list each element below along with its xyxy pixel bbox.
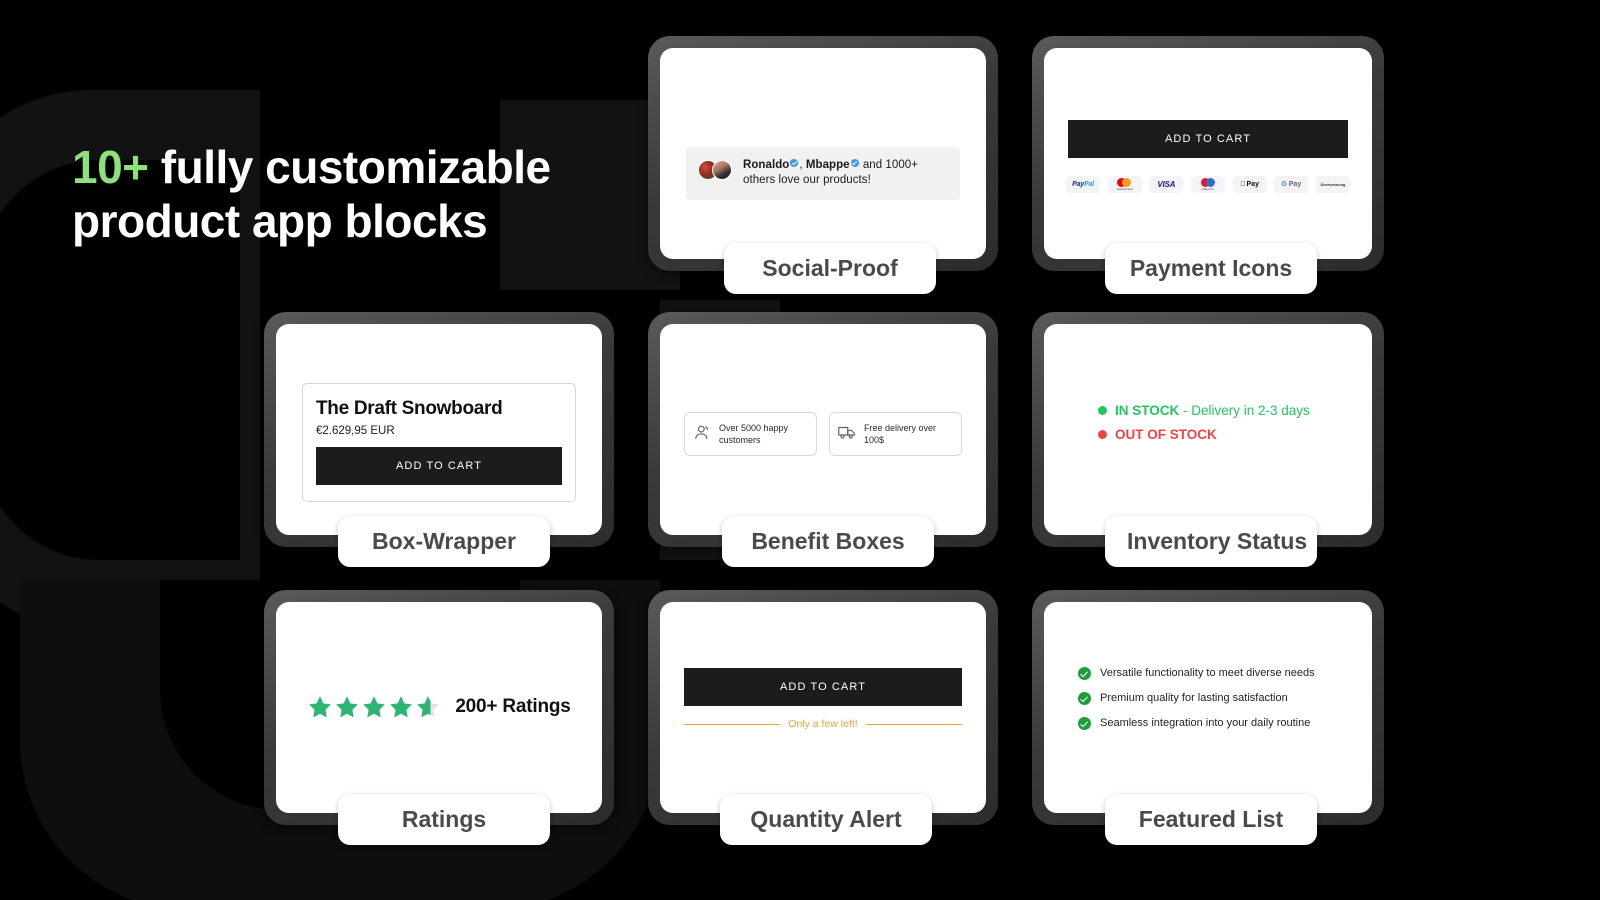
apple-logo-icon:  [1240, 181, 1245, 188]
paypal-icon: PayPal [1066, 176, 1100, 193]
add-to-cart-button[interactable]: ADD TO CART [316, 447, 562, 485]
card-payment-icons: ADD TO CART PayPal mastercard VISA maest… [1032, 36, 1384, 271]
check-circle-icon [1078, 692, 1091, 706]
happy-customer-icon [693, 424, 711, 445]
apple-pay-text: Pay [1243, 181, 1259, 188]
card-label-featured-list: Featured List [1105, 794, 1317, 845]
card-screen: 200+ Ratings [276, 602, 602, 813]
apple-pay-icon: Pay [1232, 176, 1267, 193]
in-stock-text: IN STOCK - Delivery in 2-3 days [1115, 403, 1310, 418]
card-label-ratings: Ratings [338, 794, 550, 845]
card-benefit-boxes: Over 5000 happy customers Free delivery … [648, 312, 998, 547]
rating-count-text: 200+ Ratings [455, 696, 571, 717]
page-title: 10+ fully customizable product app block… [72, 140, 692, 249]
promo-canvas: 10+ fully customizable product app block… [0, 0, 1600, 900]
quantity-alert-text: Only a few left! [788, 718, 858, 730]
status-dot-red-icon [1098, 430, 1107, 439]
card-social-proof: Ronaldo, Mbappe and 1000+ others love ou… [648, 36, 998, 271]
inventory-status-list: IN STOCK - Delivery in 2-3 days OUT OF S… [1098, 403, 1310, 451]
quantity-alert-banner: Only a few left! [684, 718, 963, 730]
google-g-icon: G [1281, 181, 1287, 188]
add-to-cart-button[interactable]: ADD TO CART [684, 668, 962, 706]
list-item: Premium quality for lasting satisfaction [1078, 692, 1352, 706]
mastercard-caption: mastercard [1116, 188, 1133, 191]
benefit-text-delivery: Free delivery over 100$ [864, 423, 937, 446]
list-item-label: Seamless integration into your daily rou… [1100, 717, 1311, 730]
maestro-icon: maestro [1190, 176, 1225, 193]
star-half-icon [417, 696, 440, 718]
product-price: €2.629,95 EUR [316, 425, 395, 437]
in-stock-title: IN STOCK [1115, 403, 1180, 418]
card-label-box-wrapper: Box-Wrapper [338, 516, 550, 567]
divider-right [865, 723, 963, 725]
product-title: The Draft Snowboard [316, 398, 503, 419]
social-name-2: Mbappe [805, 159, 850, 171]
card-screen: ADD TO CART Only a few left! [660, 602, 986, 813]
social-proof-text: Ronaldo, Mbappe and 1000+ others love ou… [743, 158, 948, 189]
benefit-boxes-row: Over 5000 happy customers Free delivery … [684, 412, 962, 457]
card-screen: ADD TO CART PayPal mastercard VISA maest… [1044, 48, 1372, 259]
divider-left [684, 723, 781, 725]
add-to-cart-wrapper: ADD TO CART [1068, 120, 1348, 158]
card-label-inventory-status: Inventory Status [1105, 516, 1317, 567]
in-stock-detail: - Delivery in 2-3 days [1179, 403, 1310, 418]
add-to-cart-wrapper: ADD TO CART [684, 668, 962, 706]
payment-methods-row: PayPal mastercard VISA maestro Pay G Pay… [1066, 176, 1350, 193]
inventory-row-in-stock: IN STOCK - Delivery in 2-3 days [1098, 403, 1310, 418]
check-circle-icon [1078, 717, 1091, 731]
card-screen: Versatile functionality to meet diverse … [1044, 602, 1372, 813]
benefit-box-customers: Over 5000 happy customers [684, 412, 817, 457]
list-item-label: Premium quality for lasting satisfaction [1100, 692, 1288, 705]
card-label-benefit-boxes: Benefit Boxes [722, 516, 934, 567]
visa-icon: VISA [1149, 176, 1184, 193]
star-icon [390, 696, 413, 718]
product-box: The Draft Snowboard €2.629,95 EUR ADD TO… [302, 383, 576, 502]
check-circle-icon [1078, 667, 1091, 681]
card-box-wrapper: The Draft Snowboard €2.629,95 EUR ADD TO… [264, 312, 614, 547]
card-label-social-proof: Social-Proof [724, 243, 936, 294]
card-label-payment-icons: Payment Icons [1105, 243, 1317, 294]
list-item: Seamless integration into your daily rou… [1078, 717, 1352, 731]
card-screen: The Draft Snowboard €2.629,95 EUR ADD TO… [276, 324, 602, 535]
verified-badge-icon [790, 159, 799, 167]
delivery-truck-icon [838, 424, 856, 445]
card-quantity-alert: ADD TO CART Only a few left! [648, 590, 998, 825]
benefit-text-customers: Over 5000 happy customers [719, 423, 789, 446]
visa-text: VISA [1157, 180, 1176, 189]
paypal-text-a: Pay [1072, 181, 1084, 188]
card-ratings: 200+ Ratings [264, 590, 614, 825]
card-screen: Ronaldo, Mbappe and 1000+ others love ou… [660, 48, 986, 259]
avatar-mbappe-icon [712, 160, 732, 180]
uberweisung-text: Überweisung [1320, 182, 1346, 187]
star-icon [336, 696, 359, 718]
avatar-group [698, 160, 734, 180]
star-icon [363, 696, 386, 718]
google-pay-text: Pay [1288, 181, 1302, 188]
inventory-row-out-of-stock: OUT OF STOCK [1098, 427, 1310, 442]
star-rating [307, 694, 441, 720]
list-item: Versatile functionality to meet diverse … [1078, 667, 1352, 681]
card-featured-list: Versatile functionality to meet diverse … [1032, 590, 1384, 825]
maestro-caption: maestro [1202, 188, 1214, 191]
card-screen: Over 5000 happy customers Free delivery … [660, 324, 986, 535]
social-name-1: Ronaldo [743, 159, 790, 171]
google-pay-icon: G Pay [1274, 176, 1309, 193]
mastercard-icon: mastercard [1107, 176, 1142, 193]
card-label-quantity-alert: Quantity Alert [720, 794, 932, 845]
uberweisung-icon: Überweisung [1315, 176, 1350, 193]
list-item-label: Versatile functionality to meet diverse … [1100, 667, 1315, 679]
status-dot-green-icon [1098, 406, 1107, 415]
star-icon [309, 696, 332, 718]
ratings-row: 200+ Ratings [276, 694, 602, 720]
social-proof-banner: Ronaldo, Mbappe and 1000+ others love ou… [686, 147, 960, 200]
out-of-stock-text: OUT OF STOCK [1115, 427, 1217, 442]
card-screen: IN STOCK - Delivery in 2-3 days OUT OF S… [1044, 324, 1372, 535]
benefit-box-delivery: Free delivery over 100$ [829, 412, 962, 457]
verified-badge-icon [850, 159, 859, 167]
featured-list: Versatile functionality to meet diverse … [1078, 667, 1352, 743]
card-inventory-status: IN STOCK - Delivery in 2-3 days OUT OF S… [1032, 312, 1384, 547]
headline-accent: 10+ [72, 141, 149, 193]
paypal-text-b: Pal [1083, 181, 1094, 188]
add-to-cart-button[interactable]: ADD TO CART [1068, 120, 1348, 158]
